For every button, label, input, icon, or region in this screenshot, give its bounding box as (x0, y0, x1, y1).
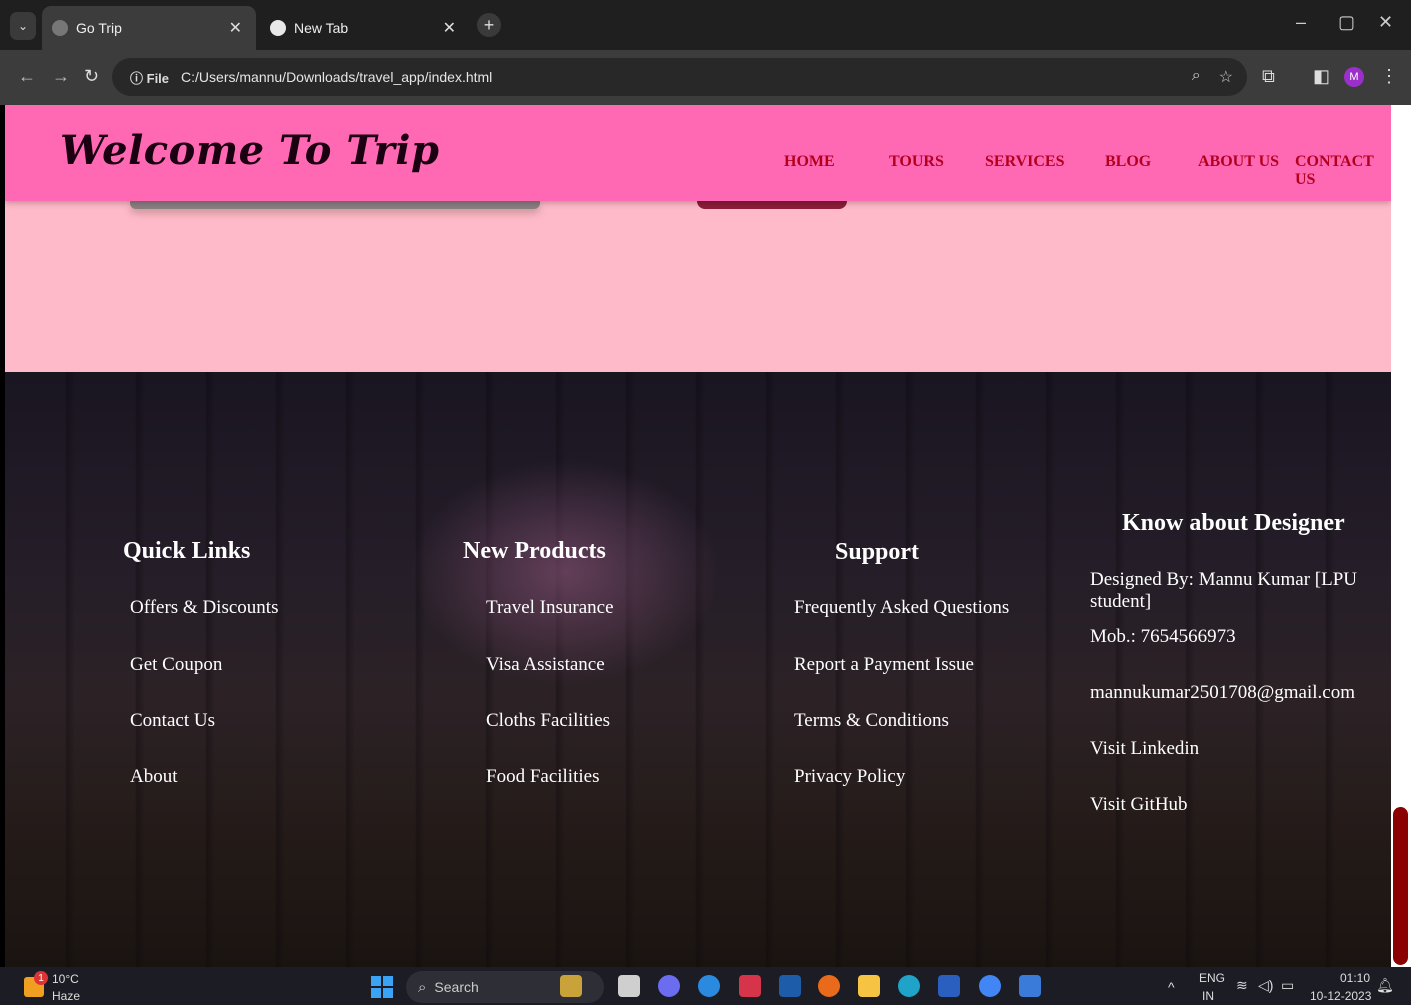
weather-condition: Haze (52, 989, 81, 1001)
volume-icon[interactable]: ◁) (1258, 977, 1273, 994)
word-icon[interactable] (938, 975, 960, 997)
chrome-orange-icon[interactable] (818, 975, 840, 997)
clock-date: 10-12-2023 (1310, 989, 1372, 1001)
teams-chat-icon[interactable] (658, 975, 680, 997)
page-viewport: Welcome To Trip HOME TOURS SERVICES BLOG… (5, 105, 1391, 967)
clock-time[interactable]: 01:10 (1340, 971, 1370, 985)
designer-phone: Mob.: 7654566973 (1090, 626, 1236, 647)
extensions-icon[interactable]: ⧉ (1262, 66, 1275, 87)
address-bar[interactable]: ⓘ File C:/Users/mannu/Downloads/travel_a… (112, 58, 1247, 96)
footer-title-support: Support (835, 539, 920, 565)
footer-link[interactable]: Cloths Facilities (486, 710, 610, 732)
battery-icon[interactable]: ▭ (1281, 977, 1294, 994)
chrome-icon[interactable] (979, 975, 1001, 997)
widgets-app-icon[interactable] (560, 975, 582, 997)
close-tab-icon[interactable]: ✕ (443, 18, 456, 38)
hero-image-edge (130, 201, 540, 209)
edge-icon[interactable] (898, 975, 920, 997)
nav-about-us[interactable]: ABOUT US (1198, 153, 1279, 171)
notification-bell-icon[interactable]: 🔔︎ (1376, 977, 1394, 994)
content-section (5, 201, 1391, 372)
new-tab-button[interactable]: + (477, 13, 501, 37)
forward-icon[interactable]: → (52, 66, 70, 87)
footer-link[interactable]: Frequently Asked Questions (794, 597, 1009, 619)
wifi-icon[interactable]: ≋ (1236, 977, 1248, 994)
nav-tours[interactable]: TOURS (889, 153, 944, 171)
weather-badge: 1 (34, 971, 48, 985)
tab-title: New Tab (294, 20, 349, 36)
footer-link[interactable]: Terms & Conditions (794, 710, 949, 732)
nav-home[interactable]: HOME (784, 153, 835, 171)
github-link[interactable]: Visit GitHub (1090, 794, 1188, 816)
mcafee-icon[interactable] (739, 975, 761, 997)
footer-link[interactable]: Travel Insurance (486, 597, 614, 619)
nav-blog[interactable]: BLOG (1105, 153, 1151, 171)
footer-title-designer: Know about Designer (1122, 510, 1345, 536)
restore-icon[interactable]: ▢ (1338, 12, 1355, 33)
file-explorer-icon[interactable] (858, 975, 880, 997)
site-header: Welcome To Trip HOME TOURS SERVICES BLOG… (5, 105, 1391, 201)
bookmark-star-icon[interactable]: ☆ (1219, 67, 1233, 87)
windows-start-icon[interactable] (371, 976, 393, 998)
search-icon: ⌕ (418, 978, 427, 996)
task-view-icon[interactable] (618, 975, 640, 997)
footer-link[interactable]: Food Facilities (486, 766, 599, 788)
profile-avatar[interactable]: M (1344, 67, 1364, 87)
footer-link[interactable]: Get Coupon (130, 654, 222, 676)
chrome-icon (270, 20, 286, 36)
scheme-label: File (146, 70, 170, 86)
close-window-icon[interactable]: ✕ (1378, 12, 1393, 33)
tab-new-tab[interactable]: New Tab ✕ (260, 6, 470, 50)
language-label[interactable]: ENG (1199, 971, 1225, 985)
footer-link[interactable]: Offers & Discounts (130, 597, 278, 619)
footer-link[interactable]: Report a Payment Issue (794, 654, 974, 676)
footer-link[interactable]: About (130, 766, 178, 788)
browser-toolbar: ← → ↻ ⓘ File C:/Users/mannu/Downloads/tr… (0, 50, 1411, 105)
footer-link[interactable]: Visa Assistance (486, 654, 605, 676)
tab-title: Go Trip (76, 20, 122, 36)
close-tab-icon[interactable]: ✕ (229, 18, 242, 38)
back-icon[interactable]: ← (18, 66, 36, 87)
designer-email[interactable]: mannukumar2501708@gmail.com (1090, 682, 1355, 704)
nav-contact-us[interactable]: CONTACT US (1295, 153, 1391, 189)
os-taskbar: 1 10°C Haze ⌕ Search ^ ENG IN ≋ ◁) ▭ 01:… (0, 967, 1411, 1005)
hero-button-edge[interactable] (697, 201, 847, 209)
footer-link[interactable]: Contact Us (130, 710, 215, 732)
tray-chevron-icon[interactable]: ^ (1168, 979, 1175, 995)
tab-search-button[interactable]: ⌄ (10, 12, 36, 40)
browser-tab-bar: ⌄ Go Trip ✕ New Tab ✕ + – ▢ ✕ (0, 0, 1411, 50)
linkedin-link[interactable]: Visit Linkedin (1090, 738, 1199, 760)
page-scrollbar-thumb[interactable] (1393, 807, 1408, 965)
store-icon[interactable] (779, 975, 801, 997)
footer-title-quick-links: Quick Links (123, 538, 251, 564)
zoom-icon[interactable]: ⌕ (1192, 67, 1201, 87)
site-info-chip[interactable]: ⓘ File (124, 68, 175, 87)
url-text: C:/Users/mannu/Downloads/travel_app/inde… (181, 69, 493, 85)
tab-go-trip[interactable]: Go Trip ✕ (42, 6, 256, 50)
notepad-icon[interactable] (1019, 975, 1041, 997)
weather-temp[interactable]: 10°C (52, 972, 79, 986)
search-placeholder: Search (434, 979, 479, 995)
region-label: IN (1202, 989, 1214, 1001)
minimize-icon[interactable]: – (1296, 12, 1306, 33)
footer-title-new-products: New Products (463, 538, 606, 564)
site-footer: Quick Links Offers & Discounts Get Coupo… (5, 372, 1391, 967)
site-brand[interactable]: Welcome To Trip (60, 127, 439, 174)
footer-link[interactable]: Privacy Policy (794, 766, 905, 788)
nav-services[interactable]: SERVICES (985, 153, 1064, 171)
help-icon[interactable] (698, 975, 720, 997)
menu-kebab-icon[interactable]: ⋮ (1380, 66, 1398, 87)
reload-icon[interactable]: ↻ (84, 66, 99, 87)
globe-icon (52, 20, 68, 36)
side-panel-icon[interactable]: ◧ (1313, 66, 1330, 87)
designer-name: Designed By: Mannu Kumar [LPU student] (1090, 569, 1358, 612)
